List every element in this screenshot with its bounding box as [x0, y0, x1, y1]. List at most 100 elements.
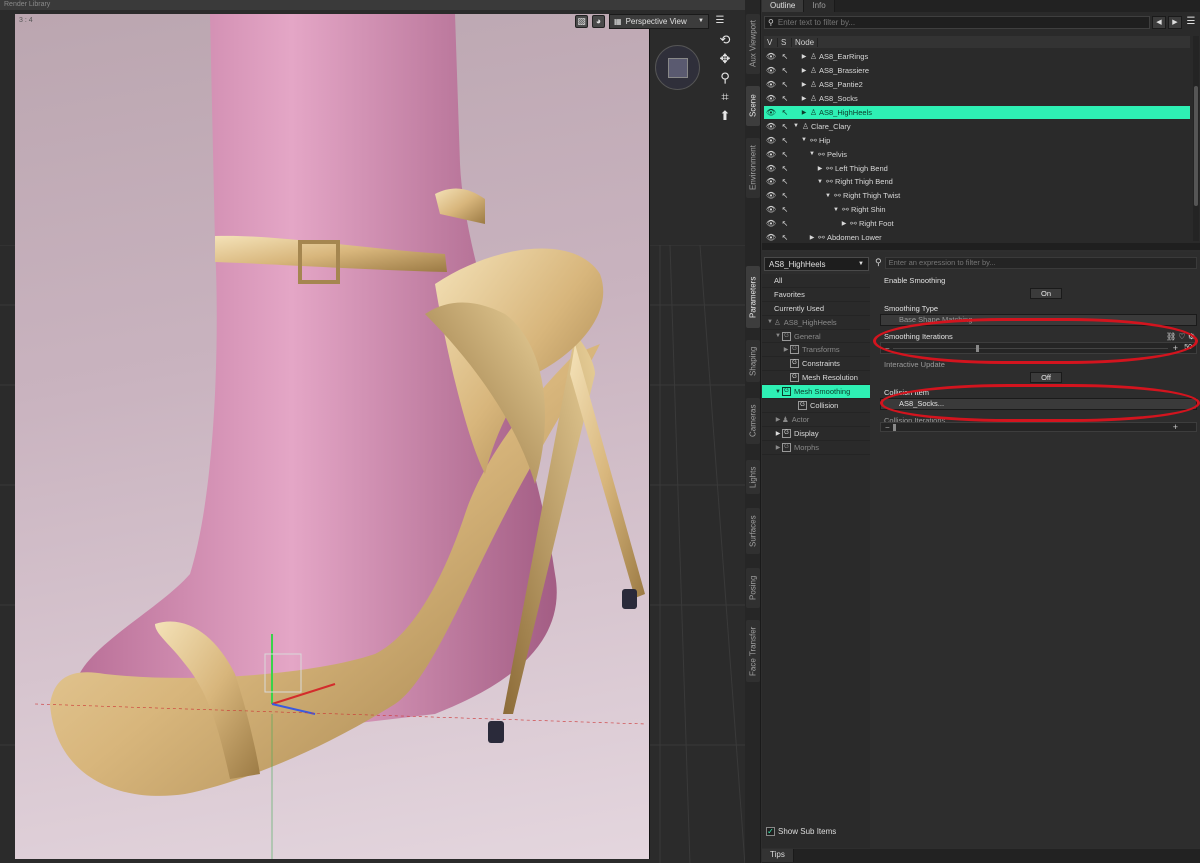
param-group-row[interactable]: All [762, 274, 870, 288]
checkbox-icon[interactable]: ✓ [766, 827, 775, 836]
eye-icon[interactable]: 👁 [764, 108, 778, 117]
param-group-row[interactable]: ▶ ♟ Actor [762, 413, 870, 427]
aspect-frame-icon[interactable]: ▧ [575, 14, 588, 28]
select-cursor-icon[interactable]: ↖ [778, 191, 792, 200]
expand-toggle-icon[interactable]: ▶ [800, 81, 808, 88]
enable-smoothing-toggle[interactable]: On [1030, 288, 1062, 299]
scene-tree-row[interactable]: 👁 ↖ ▶ ♙ AS8_EarRings [764, 50, 1190, 64]
tab-parameters[interactable]: Parameters [746, 266, 760, 328]
tab-lights[interactable]: Lights [746, 460, 760, 494]
select-cursor-icon[interactable]: ↖ [778, 108, 792, 117]
expand-toggle-icon[interactable]: ▼ [800, 137, 808, 143]
expand-toggle-icon[interactable]: ▼ [774, 333, 782, 339]
scene-tree-row[interactable]: 👁 ↖ ▶ ⚯ Abdomen Lower [764, 231, 1190, 242]
eye-icon[interactable]: 👁 [764, 233, 778, 242]
eye-icon[interactable]: 👁 [764, 205, 778, 214]
select-cursor-icon[interactable]: ↖ [778, 233, 792, 242]
scene-tree-row[interactable]: 👁 ↖ ▶ ♙ AS8_Brassiere [764, 64, 1190, 78]
param-group-row[interactable]: ▶ G Morphs [762, 441, 870, 455]
column-visible[interactable]: V [764, 37, 778, 47]
eye-icon[interactable]: 👁 [764, 164, 778, 173]
scene-tree-row[interactable]: 👁 ↖ ▼ ♙ Clare_Clary [764, 119, 1190, 133]
viewport-menu-icon[interactable]: ☰ [713, 14, 727, 28]
increment-icon[interactable]: + [1173, 422, 1178, 432]
select-cursor-icon[interactable]: ↖ [778, 164, 792, 173]
scene-tree-row[interactable]: 👁 ↖ ▶ ♙ AS8_HighHeels [764, 105, 1190, 120]
expand-toggle-icon[interactable]: ▼ [792, 123, 800, 129]
eye-icon[interactable]: 👁 [764, 122, 778, 131]
param-group-row[interactable]: ▶ G Transforms [762, 343, 870, 358]
render-library-tab[interactable]: Render Library [0, 0, 54, 10]
expand-toggle-icon[interactable]: ▶ [800, 67, 808, 74]
reset-view-icon[interactable]: ⬆ [717, 108, 733, 123]
decrement-icon[interactable]: − [885, 423, 890, 432]
tab-scene[interactable]: Scene [746, 86, 760, 126]
eye-icon[interactable]: 👁 [764, 66, 778, 75]
expand-toggle-icon[interactable]: ▼ [766, 319, 774, 325]
expand-toggle-icon[interactable]: ▶ [800, 95, 808, 102]
expand-toggle-icon[interactable]: ▶ [800, 109, 808, 116]
scene-tree-row[interactable]: 👁 ↖ ▼ ⚯ Right Thigh Bend [764, 175, 1190, 189]
tab-shaping[interactable]: Shaping [746, 340, 760, 382]
scene-tree-row[interactable]: 👁 ↖ ▶ ⚯ Right Foot [764, 217, 1190, 231]
scene-tree-row[interactable]: 👁 ↖ ▼ ⚯ Right Thigh Twist [764, 189, 1190, 203]
select-cursor-icon[interactable]: ↖ [778, 205, 792, 214]
expand-toggle-icon[interactable]: ▶ [774, 430, 782, 437]
draw-style-icon[interactable]: ◕ [592, 14, 605, 28]
select-cursor-icon[interactable]: ↖ [778, 94, 792, 103]
tab-surfaces[interactable]: Surfaces [746, 508, 760, 554]
zoom-icon[interactable]: ⚲ [717, 70, 733, 85]
tab-cameras[interactable]: Cameras [746, 398, 760, 444]
scene-tree-row[interactable]: 👁 ↖ ▶ ♙ AS8_Pantie2 [764, 78, 1190, 92]
column-selectable[interactable]: S [778, 37, 792, 47]
scene-scrollbar[interactable] [1193, 36, 1199, 241]
expand-toggle-icon[interactable]: ▶ [782, 346, 790, 353]
frame-icon[interactable]: ⌗ [717, 89, 733, 104]
expand-toggle-icon[interactable]: ▶ [774, 416, 782, 423]
expand-toggle-icon[interactable]: ▶ [774, 444, 782, 451]
interactive-update-toggle[interactable]: Off [1030, 372, 1062, 383]
expand-toggle-icon[interactable]: ▼ [808, 151, 816, 157]
select-cursor-icon[interactable]: ↖ [778, 122, 792, 131]
slider-knob[interactable] [893, 424, 896, 431]
select-cursor-icon[interactable]: ↖ [778, 150, 792, 159]
expand-toggle-icon[interactable]: ▼ [824, 193, 832, 199]
orbit-icon[interactable]: ⟲ [717, 32, 733, 47]
expand-toggle-icon[interactable]: ▶ [800, 53, 808, 60]
tab-info[interactable]: Info [804, 0, 835, 12]
eye-icon[interactable]: 👁 [764, 150, 778, 159]
param-group-row[interactable]: ▶ G Display [762, 427, 870, 441]
expand-toggle-icon[interactable]: ▶ [816, 165, 824, 172]
tab-outline[interactable]: Outline [762, 0, 805, 12]
scene-filter-input[interactable] [777, 17, 1149, 27]
param-group-row[interactable]: ▼ ♙ AS8_HighHeels [762, 316, 870, 330]
param-group-row[interactable]: Favorites [762, 288, 870, 302]
param-group-row[interactable]: Currently Used [762, 302, 870, 316]
viewport-area[interactable]: Render Library 3 : 4 ▧ ◕ ▦ Perspective V… [0, 0, 745, 863]
eye-icon[interactable]: 👁 [764, 94, 778, 103]
eye-icon[interactable]: 👁 [764, 52, 778, 61]
eye-icon[interactable]: 👁 [764, 136, 778, 145]
scene-menu-icon[interactable]: ☰ [1184, 16, 1198, 29]
tab-face-transfer[interactable]: Face Transfer [746, 620, 760, 682]
expand-toggle-icon[interactable]: ▼ [816, 179, 824, 185]
collision-iterations-slider[interactable]: − + [880, 422, 1197, 432]
param-filter-input[interactable] [888, 257, 1196, 267]
navigation-cube[interactable] [655, 45, 700, 90]
param-group-row[interactable]: G Constraints [762, 357, 870, 372]
tab-tips[interactable]: Tips [762, 849, 794, 862]
scene-tree-row[interactable]: 👁 ↖ ▼ ⚯ Pelvis [764, 147, 1190, 161]
select-cursor-icon[interactable]: ↖ [778, 219, 792, 228]
eye-icon[interactable]: 👁 [764, 80, 778, 89]
expand-toggle-icon[interactable]: ▶ [808, 234, 816, 241]
select-cursor-icon[interactable]: ↖ [778, 52, 792, 61]
node-select[interactable]: AS8_HighHeels ▼ [764, 257, 869, 271]
tab-environment[interactable]: Environment [746, 138, 760, 198]
scene-tree-row[interactable]: 👁 ↖ ▶ ♙ AS8_Socks [764, 92, 1190, 106]
expand-toggle-icon[interactable]: ▼ [832, 207, 840, 213]
column-node[interactable]: Node [792, 37, 819, 47]
select-cursor-icon[interactable]: ↖ [778, 80, 792, 89]
param-group-row[interactable]: ▼ G Mesh Smoothing [762, 385, 870, 400]
nav-cube-face[interactable] [668, 58, 688, 78]
eye-icon[interactable]: 👁 [764, 177, 778, 186]
